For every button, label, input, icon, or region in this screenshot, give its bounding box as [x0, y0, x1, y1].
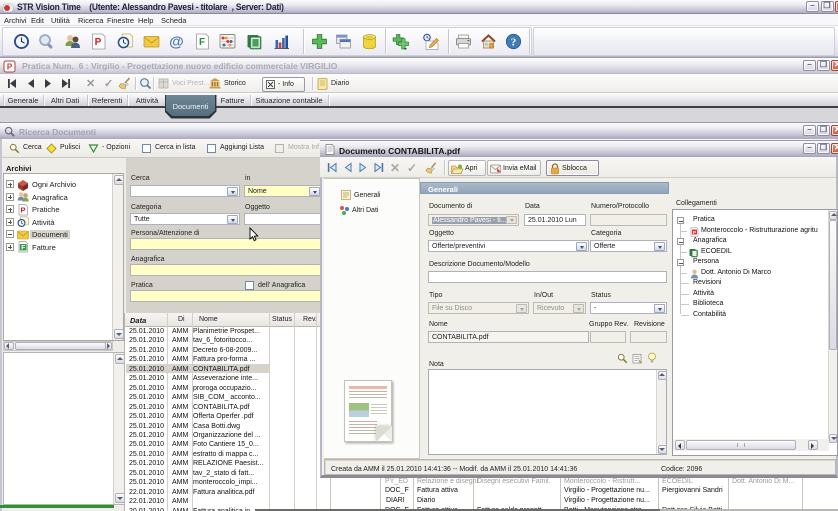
svg-text:F: F [21, 244, 25, 251]
svg-text:P: P [693, 230, 696, 235]
svg-text:P: P [7, 62, 13, 71]
svg-text:@: @ [169, 34, 184, 51]
svg-text:?: ? [511, 37, 517, 49]
svg-text:F: F [199, 37, 205, 48]
svg-text:P: P [20, 205, 25, 214]
svg-text:P: P [95, 37, 102, 48]
